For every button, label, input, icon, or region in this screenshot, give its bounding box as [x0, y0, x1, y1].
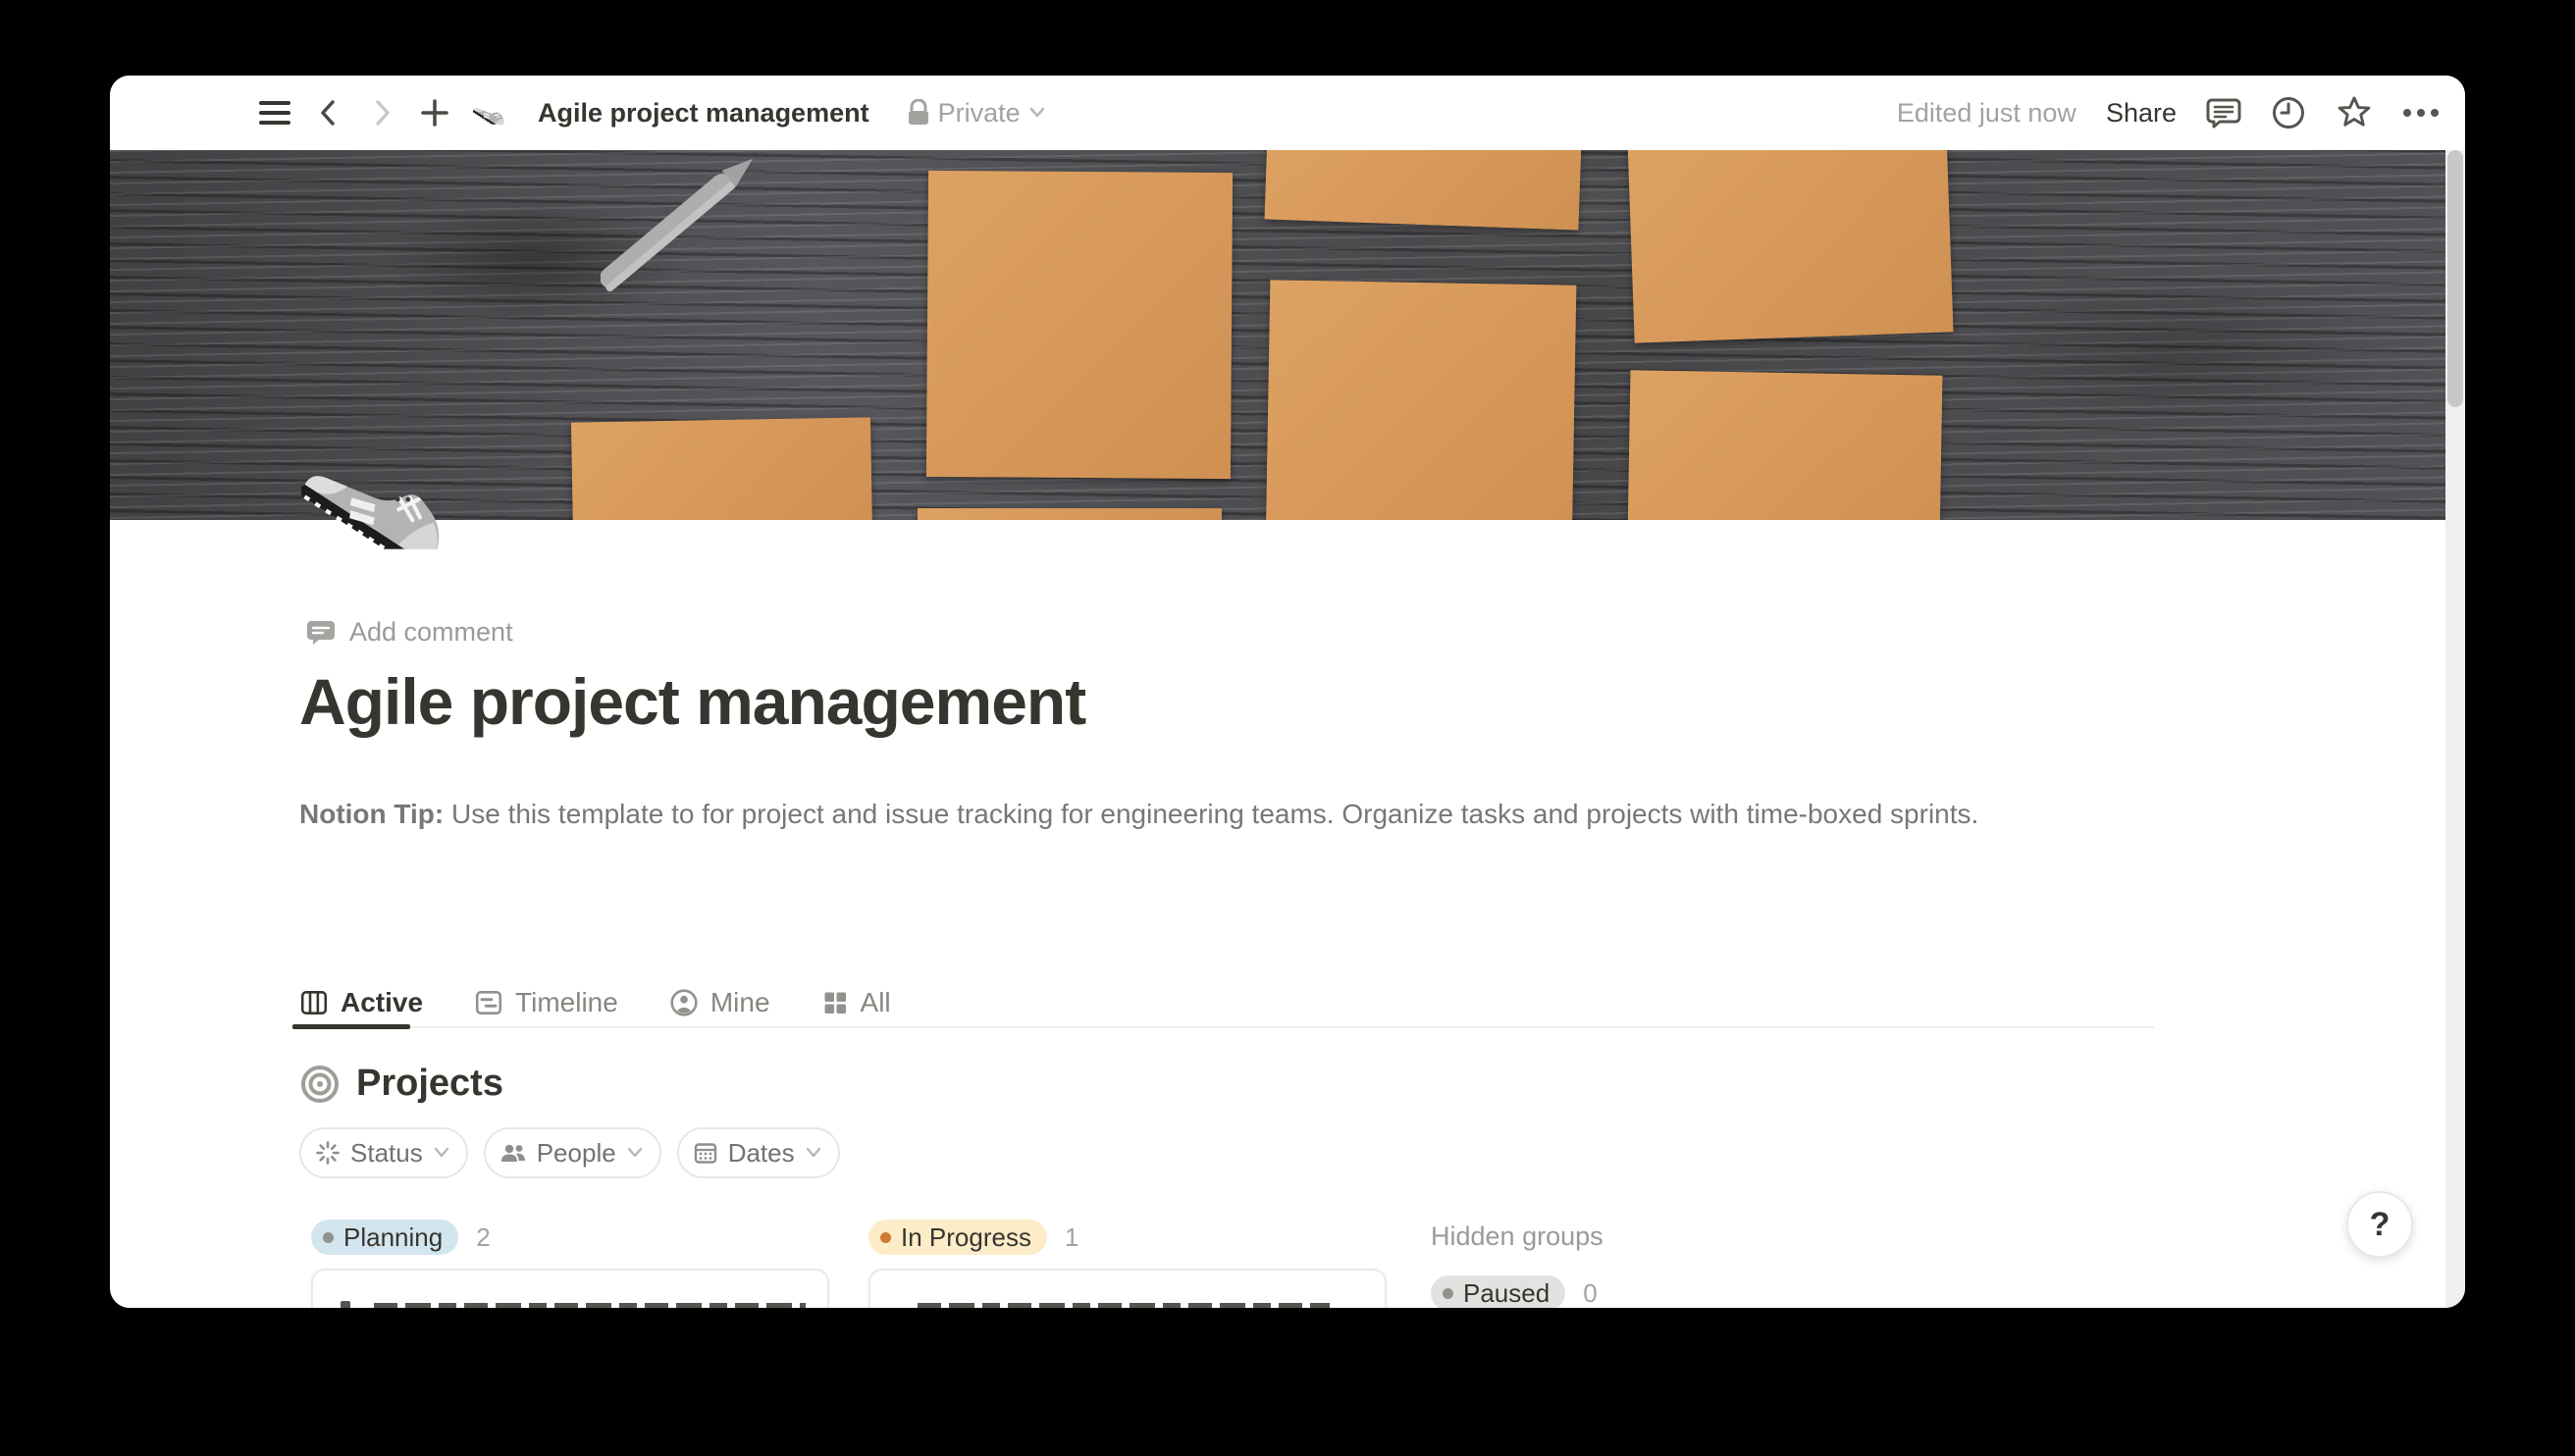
- ellipsis-icon: [2402, 108, 2440, 118]
- help-label: ?: [2370, 1206, 2391, 1244]
- project-card[interactable]: [868, 1269, 1387, 1308]
- clipped-card-text: [374, 1303, 806, 1308]
- filter-status[interactable]: Status: [299, 1127, 468, 1178]
- scrollbar-track[interactable]: [2445, 150, 2465, 1308]
- help-button[interactable]: ?: [2346, 1191, 2413, 1258]
- projects-heading: Projects: [299, 1063, 503, 1105]
- view-tabs: Active Timeline Mine All: [299, 978, 891, 1027]
- scrollbar-thumb[interactable]: [2447, 150, 2463, 407]
- page-emoji-icon: [473, 100, 510, 126]
- group-pill-planning[interactable]: Planning: [311, 1220, 458, 1255]
- filter-dates[interactable]: Dates: [677, 1127, 840, 1178]
- notion-window: Agile project management Private Edited …: [110, 76, 2465, 1308]
- favorite-button[interactable]: [2336, 94, 2373, 131]
- people-icon: [499, 1141, 527, 1165]
- filter-chips: Status People Dates: [299, 1127, 840, 1178]
- group-count: 0: [1583, 1278, 1597, 1309]
- group-in-progress: In Progress 1: [868, 1220, 1078, 1255]
- page-title[interactable]: Agile project management: [299, 664, 1085, 739]
- page-icon-sneaker[interactable]: [301, 429, 468, 596]
- sticky-note: [1627, 150, 1953, 343]
- board-view-icon: [299, 988, 329, 1017]
- active-tab-underline: [292, 1024, 410, 1029]
- hidden-groups-label: Hidden groups: [1431, 1222, 1603, 1252]
- comment-icon: [2206, 95, 2241, 130]
- add-comment-label: Add comment: [349, 617, 513, 648]
- share-button[interactable]: Share: [2106, 98, 2177, 129]
- calendar-icon: [693, 1140, 718, 1166]
- sticky-note: [1628, 370, 1943, 520]
- status-dot: [880, 1232, 891, 1243]
- stylus-pen: [601, 150, 797, 302]
- status-dot: [323, 1232, 334, 1243]
- top-toolbar: Agile project management Private Edited …: [110, 76, 2465, 150]
- comments-button[interactable]: [2206, 95, 2241, 130]
- sidebar-toggle-button[interactable]: [259, 100, 290, 126]
- chevron-down-icon: [1028, 106, 1046, 120]
- status-dot: [1443, 1288, 1453, 1299]
- clipped-card-text: [918, 1303, 1330, 1308]
- tab-all[interactable]: All: [821, 987, 891, 1018]
- back-button[interactable]: [314, 98, 343, 128]
- last-edited-status: Edited just now: [1897, 98, 2076, 129]
- privacy-indicator[interactable]: Private: [907, 98, 1046, 129]
- add-comment-button[interactable]: Add comment: [306, 617, 513, 648]
- filter-people[interactable]: People: [484, 1127, 661, 1178]
- forward-button[interactable]: [367, 98, 396, 128]
- notion-tip-text: Notion Tip: Use this template to for pro…: [299, 790, 2056, 839]
- sticky-note: [1266, 280, 1577, 520]
- tab-timeline[interactable]: Timeline: [474, 987, 618, 1018]
- bullseye-icon: [299, 1064, 341, 1105]
- group-pill-paused[interactable]: Paused: [1431, 1275, 1565, 1308]
- projects-title[interactable]: Projects: [356, 1063, 503, 1105]
- clock-icon: [2271, 95, 2306, 130]
- sticky-note: [926, 171, 1233, 479]
- status-icon: [315, 1140, 341, 1166]
- group-paused: Paused 0: [1431, 1275, 1598, 1308]
- group-count: 2: [476, 1222, 490, 1253]
- updates-button[interactable]: [2271, 95, 2306, 130]
- group-pill-in-progress[interactable]: In Progress: [868, 1220, 1047, 1255]
- sticky-note: [1265, 150, 1582, 231]
- group-planning: Planning 2: [311, 1220, 491, 1255]
- chevron-down-icon: [805, 1146, 822, 1160]
- group-count: 1: [1065, 1222, 1078, 1253]
- grid-view-icon: [821, 989, 849, 1016]
- tabs-divider: [299, 1026, 2154, 1028]
- project-card[interactable]: [311, 1269, 829, 1308]
- comment-bubble-icon: [306, 618, 336, 648]
- star-icon: [2336, 94, 2373, 131]
- tab-mine[interactable]: Mine: [669, 987, 770, 1018]
- clipped-card-icon: [341, 1301, 350, 1308]
- sticky-note: [918, 508, 1222, 520]
- new-page-button[interactable]: [420, 98, 449, 128]
- timeline-view-icon: [474, 988, 503, 1017]
- more-options-button[interactable]: [2402, 108, 2440, 118]
- notion-tip-label: Notion Tip:: [299, 799, 444, 829]
- breadcrumb-page-title[interactable]: Agile project management: [538, 98, 869, 129]
- person-view-icon: [669, 988, 699, 1017]
- chevron-down-icon: [433, 1146, 450, 1160]
- tab-active[interactable]: Active: [299, 987, 423, 1018]
- lock-icon: [907, 99, 930, 127]
- sticky-note: [571, 417, 872, 520]
- chevron-down-icon: [626, 1146, 644, 1160]
